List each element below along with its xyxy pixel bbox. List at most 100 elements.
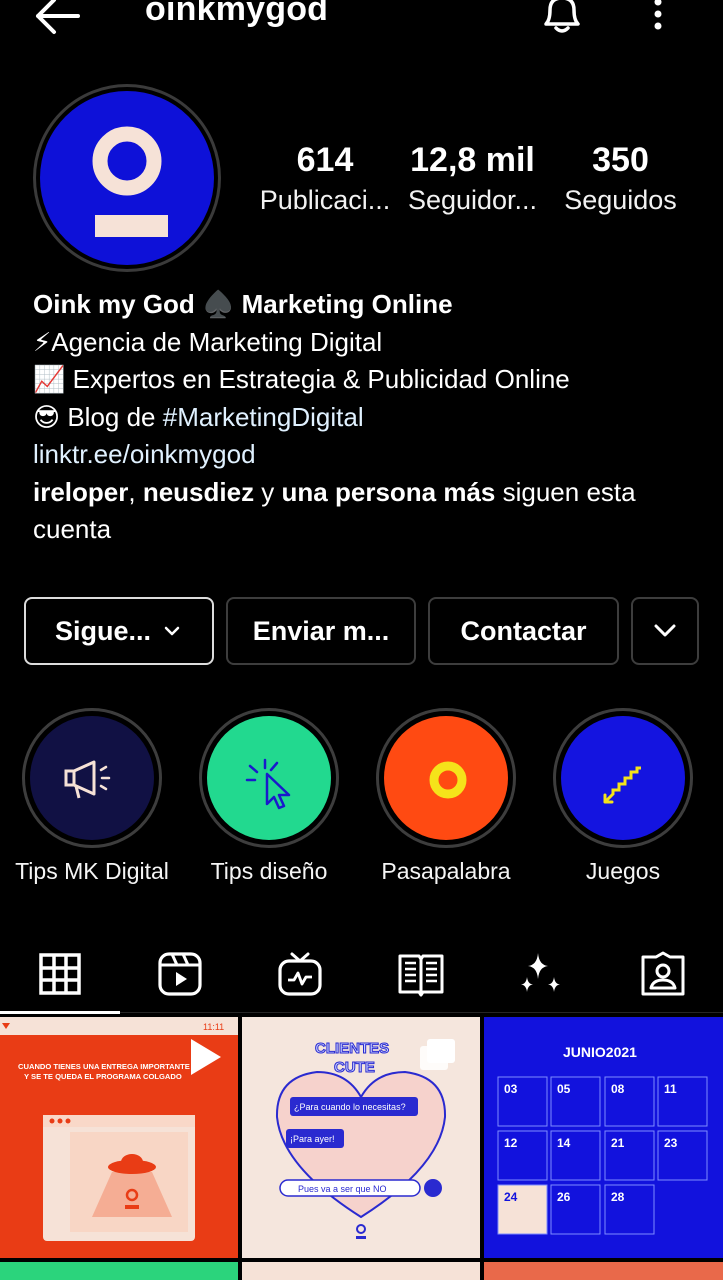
post1-caption-2: Y SE TE QUEDA EL PROGRAMA COLGADO <box>24 1072 182 1081</box>
tab-posts-grid[interactable] <box>0 935 120 1014</box>
more-options-button[interactable] <box>645 0 671 34</box>
post1-caption-1: CUANDO TIENES UNA ENTREGA IMPORTANTE <box>18 1062 190 1071</box>
profile-username: oinkmygod <box>145 0 329 28</box>
post3-title: JUNIO2021 <box>563 1044 637 1060</box>
contact-button-label: Contactar <box>460 615 587 646</box>
profile-display-name: Oink my God ♠️ Marketing Online <box>33 289 453 319</box>
profile-tabs <box>0 935 723 1014</box>
post2-bubble-1: ¿Para cuando lo necesitas? <box>294 1102 406 1112</box>
cursor-click-icon <box>245 758 291 810</box>
calendar-day-number: 24 <box>504 1190 518 1204</box>
notifications-button[interactable] <box>538 0 586 38</box>
effects-icon <box>521 953 560 992</box>
posts-grid: 11:11 CUANDO TIENES UNA ENTREGA IMPORTAN… <box>0 1017 723 1280</box>
calendar-cells: 03 05 08 11 12 14 21 23 24 26 28 <box>497 1076 708 1235</box>
highlight-cover <box>384 716 508 840</box>
back-button[interactable] <box>30 0 84 38</box>
profile-bio: Oink my God ♠️ Marketing Online ⚡Agencia… <box>33 286 693 549</box>
grid-icon <box>39 953 81 995</box>
highlight-juegos[interactable]: Juegos <box>553 708 693 884</box>
chevron-down-icon <box>654 624 676 637</box>
calendar-day-number: 14 <box>557 1136 571 1150</box>
follower-username-2: neusdiez <box>142 476 255 507</box>
post2-bubble-3: Pues va a ser que NO <box>298 1184 387 1194</box>
ladder-arrow-icon <box>603 766 641 804</box>
followed-by-sep: , <box>128 476 143 507</box>
post-thumbnail[interactable]: JUNIO2021 03 05 08 11 12 14 21 23 24 26 28 <box>484 1017 723 1258</box>
chevron-down-icon <box>164 626 180 636</box>
ring-icon <box>429 761 467 799</box>
stat-followers[interactable]: 12,8 mil Seguidor... <box>405 138 540 218</box>
tab-effects[interactable] <box>481 935 601 1013</box>
contact-button[interactable]: Contactar <box>428 597 619 665</box>
tab-tagged[interactable] <box>603 935 723 1013</box>
calendar-day-number: 12 <box>504 1136 518 1150</box>
oink-logo-icon <box>92 126 168 237</box>
bell-icon <box>544 0 580 33</box>
followed-by-more: una persona más <box>281 476 496 507</box>
follower-username-1: ireloper <box>33 476 129 507</box>
calendar-day-number: 08 <box>611 1082 625 1096</box>
stat-followers-count: 12,8 mil <box>410 141 535 179</box>
post2-title-2: CUTE <box>334 1059 375 1076</box>
bio-line-3: 😎 Blog de #MarketingDigital <box>33 399 693 437</box>
stat-following-count: 350 <box>592 141 649 179</box>
more-vertical-icon <box>654 0 662 30</box>
followed-by-text[interactable]: ireloper, neusdiez y una persona más sig… <box>33 474 693 512</box>
calendar-day-number: 28 <box>611 1190 625 1204</box>
calendar-day-number: 21 <box>611 1136 625 1150</box>
stat-posts-label: Publicaci... <box>259 185 391 215</box>
calendar-day-number: 05 <box>557 1082 571 1096</box>
bio-line-3-text: 😎 Blog de <box>33 401 163 432</box>
bio-hashtag-link[interactable]: #MarketingDigital <box>163 402 364 432</box>
bio-line-1: ⚡Agencia de Marketing Digital <box>33 326 383 357</box>
stat-posts-count: 614 <box>296 141 354 179</box>
highlight-cover <box>561 716 685 840</box>
stat-posts[interactable]: 614 Publicaci... <box>250 138 400 218</box>
post-image: 11:11 CUANDO TIENES UNA ENTREGA IMPORTAN… <box>0 1017 238 1241</box>
following-button[interactable]: Sigue... <box>24 597 214 665</box>
followed-by-suffix-2: cuenta <box>33 514 112 544</box>
guides-icon <box>398 954 444 997</box>
post-thumbnail-row2[interactable] <box>484 1262 723 1280</box>
tagged-icon <box>641 951 685 996</box>
post-thumbnail[interactable]: 11:11 CUANDO TIENES UNA ENTREGA IMPORTAN… <box>0 1017 238 1258</box>
post-thumbnail-row2[interactable] <box>242 1262 480 1280</box>
stat-following[interactable]: 350 Seguidos <box>558 138 683 218</box>
highlight-tips-diseno[interactable]: Tips diseño <box>199 708 339 884</box>
highlight-pasapalabra[interactable]: Pasapalabra <box>376 708 516 884</box>
tab-guides[interactable] <box>361 935 481 1013</box>
highlight-cover <box>30 716 154 840</box>
bio-line-2: 📈 Expertos en Estrategia & Publicidad On… <box>33 364 570 394</box>
calendar-day-number: 26 <box>557 1190 571 1204</box>
highlight-ring <box>376 708 516 848</box>
highlight-cover <box>207 716 331 840</box>
top-bar: oinkmygod <box>0 0 723 40</box>
followed-by-suffix: siguen esta <box>495 476 636 507</box>
post-thumbnail[interactable]: CLIENTES CUTE ¿Para cuando lo necesitas?… <box>242 1017 480 1258</box>
igtv-icon <box>278 952 322 996</box>
profile-avatar[interactable] <box>33 84 221 272</box>
highlight-label: Juegos <box>585 858 661 884</box>
message-button[interactable]: Enviar m... <box>226 597 416 665</box>
followed-by-and: y <box>254 476 282 507</box>
active-tab-indicator <box>0 1011 120 1014</box>
post2-bubble-2: ¡Para ayer! <box>290 1134 335 1144</box>
following-button-label: Sigue... <box>54 615 152 646</box>
bio-website-link[interactable]: linktr.ee/oinkmygod <box>33 436 693 474</box>
highlight-ring <box>199 708 339 848</box>
highlight-tips-mk-digital[interactable]: Tips MK Digital <box>15 708 169 884</box>
reels-icon <box>158 952 202 996</box>
post2-title-1: CLIENTES <box>315 1040 389 1057</box>
stat-followers-label: Seguidor... <box>407 185 538 215</box>
suggested-accounts-button[interactable] <box>631 597 699 665</box>
post-thumbnail-row2[interactable] <box>0 1262 238 1280</box>
tab-igtv[interactable] <box>240 935 360 1013</box>
megaphone-icon <box>64 760 111 799</box>
tab-reels[interactable] <box>120 935 240 1013</box>
calendar-day-number: 23 <box>664 1136 678 1150</box>
stat-following-label: Seguidos <box>564 185 677 215</box>
highlight-ring <box>22 708 162 848</box>
calendar-day-number: 03 <box>504 1082 518 1096</box>
avatar-image <box>40 91 214 265</box>
